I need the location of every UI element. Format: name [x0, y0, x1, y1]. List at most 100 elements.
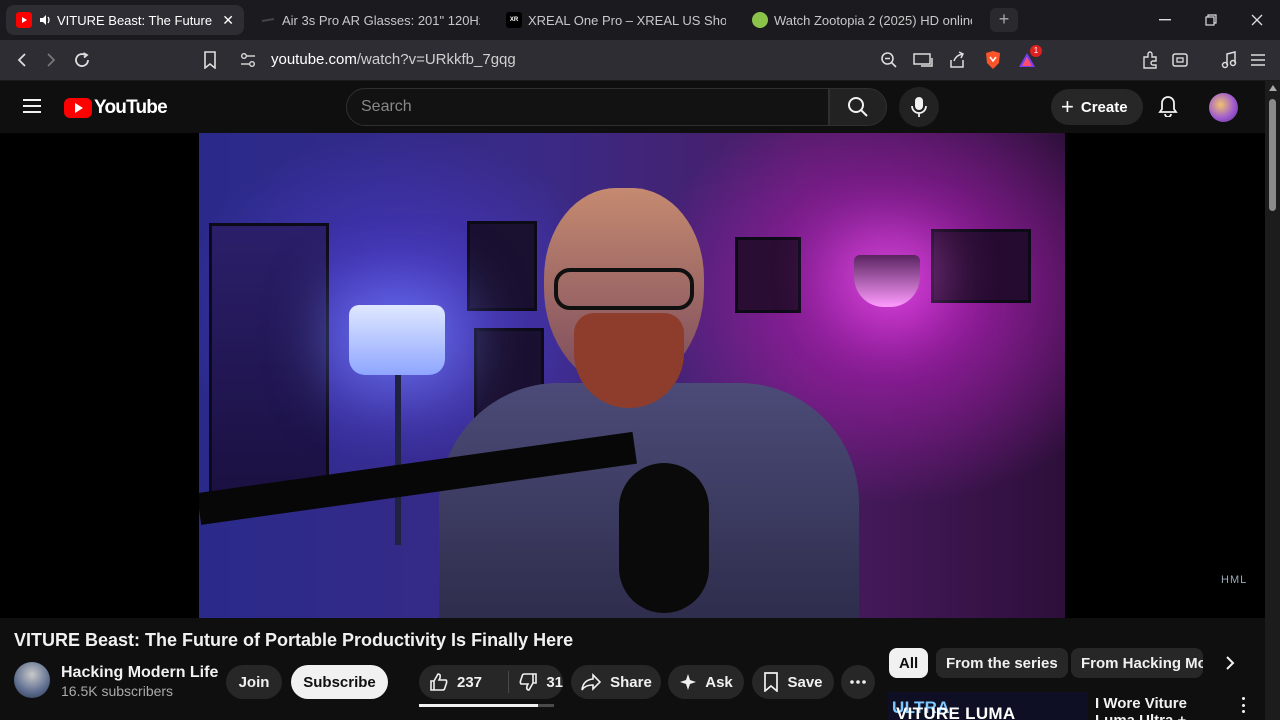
- tab-title: Watch Zootopia 2 (2025) HD online Free: [774, 12, 972, 28]
- xreal-icon: XR: [506, 12, 522, 28]
- dislike-count: 31: [546, 673, 563, 691]
- tab-air3s-pro[interactable]: Air 3s Pro AR Glasses: 201" 120Hz 1200p: [250, 5, 490, 35]
- join-label: Join: [238, 673, 270, 691]
- create-label: Create: [1080, 98, 1128, 116]
- more-vertical-icon[interactable]: [1236, 695, 1250, 715]
- tab-viture-beast[interactable]: VITURE Beast: The Future of Portable Pro…: [6, 5, 244, 35]
- audio-playing-icon[interactable]: [38, 13, 52, 27]
- hamburger-menu-icon[interactable]: [22, 98, 42, 119]
- subscriber-count: 16.5K subscribers: [61, 683, 174, 699]
- close-window-icon[interactable]: [1234, 0, 1280, 40]
- like-count: 237: [457, 673, 483, 691]
- notifications-bell-icon[interactable]: [1158, 95, 1178, 122]
- ask-label: Ask: [705, 673, 733, 691]
- browser-toolbar: youtube.com/watch?v=URkkfb_7gqg 1: [0, 40, 1280, 81]
- url-host: youtube.com: [271, 51, 357, 68]
- channel-avatar[interactable]: [14, 662, 50, 698]
- wallet-icon[interactable]: [1167, 48, 1193, 72]
- chevron-right-icon[interactable]: [1218, 651, 1242, 675]
- thumb-text: VITURE LUMA: [896, 704, 1016, 720]
- share-button[interactable]: Share: [571, 665, 661, 699]
- bookmark-icon[interactable]: [197, 48, 223, 72]
- cast-icon[interactable]: [910, 48, 936, 72]
- chip-from-series[interactable]: From the series: [936, 648, 1068, 678]
- user-avatar[interactable]: [1209, 93, 1238, 122]
- youtube-header: YouTube Search + Create: [0, 81, 1265, 133]
- subscribe-button[interactable]: Subscribe: [291, 665, 388, 699]
- tab-xreal-one-pro[interactable]: XR XREAL One Pro – XREAL US Shop: [496, 5, 736, 35]
- wall-frame: [467, 221, 537, 311]
- subscribe-label: Subscribe: [303, 673, 376, 691]
- wall-frame: [931, 229, 1031, 303]
- search-icon: [848, 97, 868, 117]
- like-dislike-group: 237 31: [419, 665, 563, 699]
- create-button[interactable]: + Create: [1051, 89, 1143, 125]
- like-divider: [508, 671, 510, 693]
- scroll-up-icon[interactable]: [1269, 85, 1277, 91]
- tab-title: XREAL One Pro – XREAL US Shop: [528, 12, 726, 28]
- voice-search-button[interactable]: [899, 87, 939, 127]
- share-label: Share: [610, 673, 652, 691]
- lamp-pole: [395, 375, 401, 545]
- chip-from-channel[interactable]: From Hacking Modern Life: [1071, 648, 1203, 678]
- green-circle-icon: [752, 12, 768, 28]
- like-button[interactable]: 237: [429, 672, 508, 692]
- sparkle-icon: [679, 673, 697, 691]
- video-frame[interactable]: [199, 133, 1065, 618]
- join-button[interactable]: Join: [226, 665, 282, 699]
- brave-rewards-icon[interactable]: 1: [1014, 45, 1042, 72]
- url-path: /watch?v=URkkfb_7gqg: [356, 51, 516, 68]
- tab-zootopia[interactable]: Watch Zootopia 2 (2025) HD online Free: [742, 5, 982, 35]
- blue-lamp: [349, 305, 445, 375]
- browser-tab-bar: VITURE Beast: The Future of Portable Pro…: [0, 0, 1280, 40]
- page-scrollbar[interactable]: [1265, 81, 1280, 720]
- close-tab-icon[interactable]: ✕: [222, 12, 234, 29]
- thumbs-down-icon: [518, 672, 538, 692]
- microphone-icon: [911, 97, 927, 117]
- zoom-icon[interactable]: [876, 48, 902, 72]
- scrollbar-thumb[interactable]: [1269, 99, 1276, 211]
- studio-microphone: [619, 463, 709, 613]
- recommended-thumbnail[interactable]: VITURE LUMA ULTRA: [888, 692, 1088, 720]
- more-actions-button[interactable]: [841, 665, 875, 699]
- extensions-icon[interactable]: [1137, 48, 1163, 72]
- save-label: Save: [787, 673, 823, 691]
- brave-shields-icon[interactable]: [980, 48, 1006, 72]
- channel-watermark[interactable]: HML: [1221, 574, 1247, 586]
- thumbs-up-icon: [429, 672, 449, 692]
- back-icon[interactable]: [9, 48, 35, 72]
- tab-title: VITURE Beast: The Future of Portable Pro…: [57, 12, 216, 28]
- share-icon: [580, 673, 602, 691]
- search-input[interactable]: Search: [346, 88, 829, 126]
- reload-icon[interactable]: [69, 48, 95, 72]
- youtube-logo[interactable]: YouTube: [64, 97, 168, 119]
- dash-icon: [260, 12, 276, 28]
- dislike-button[interactable]: 31: [518, 672, 563, 692]
- youtube-icon: [16, 12, 32, 28]
- wall-frame: [735, 237, 801, 313]
- like-ratio-fill: [419, 704, 538, 707]
- ask-button[interactable]: Ask: [668, 665, 744, 699]
- pink-lamp: [854, 255, 920, 307]
- channel-name[interactable]: Hacking Modern Life: [61, 664, 218, 682]
- save-button[interactable]: Save: [752, 665, 834, 699]
- wall-poster: [209, 223, 329, 503]
- share-page-icon[interactable]: [944, 48, 970, 72]
- tab-title: Air 3s Pro AR Glasses: 201" 120Hz 1200p: [282, 12, 480, 28]
- address-bar[interactable]: youtube.com/watch?v=URkkfb_7gqg: [271, 51, 516, 68]
- menu-icon[interactable]: [1245, 48, 1271, 72]
- plus-icon: +: [1061, 94, 1074, 119]
- minimize-icon[interactable]: [1142, 0, 1188, 40]
- restore-icon[interactable]: [1188, 0, 1234, 40]
- video-player[interactable]: HML: [0, 133, 1265, 618]
- notification-badge: 1: [1030, 45, 1042, 57]
- new-tab-button[interactable]: +: [990, 8, 1018, 32]
- chip-all[interactable]: All: [889, 648, 929, 678]
- search-placeholder: Search: [361, 98, 412, 115]
- search-button[interactable]: [829, 88, 887, 126]
- site-settings-icon[interactable]: [235, 48, 261, 72]
- recommended-title[interactable]: I Wore Viture Luma Ultra + Neckband: [1095, 695, 1230, 720]
- media-control-icon[interactable]: [1216, 48, 1242, 72]
- youtube-play-icon: [64, 98, 92, 118]
- forward-icon[interactable]: [38, 48, 64, 72]
